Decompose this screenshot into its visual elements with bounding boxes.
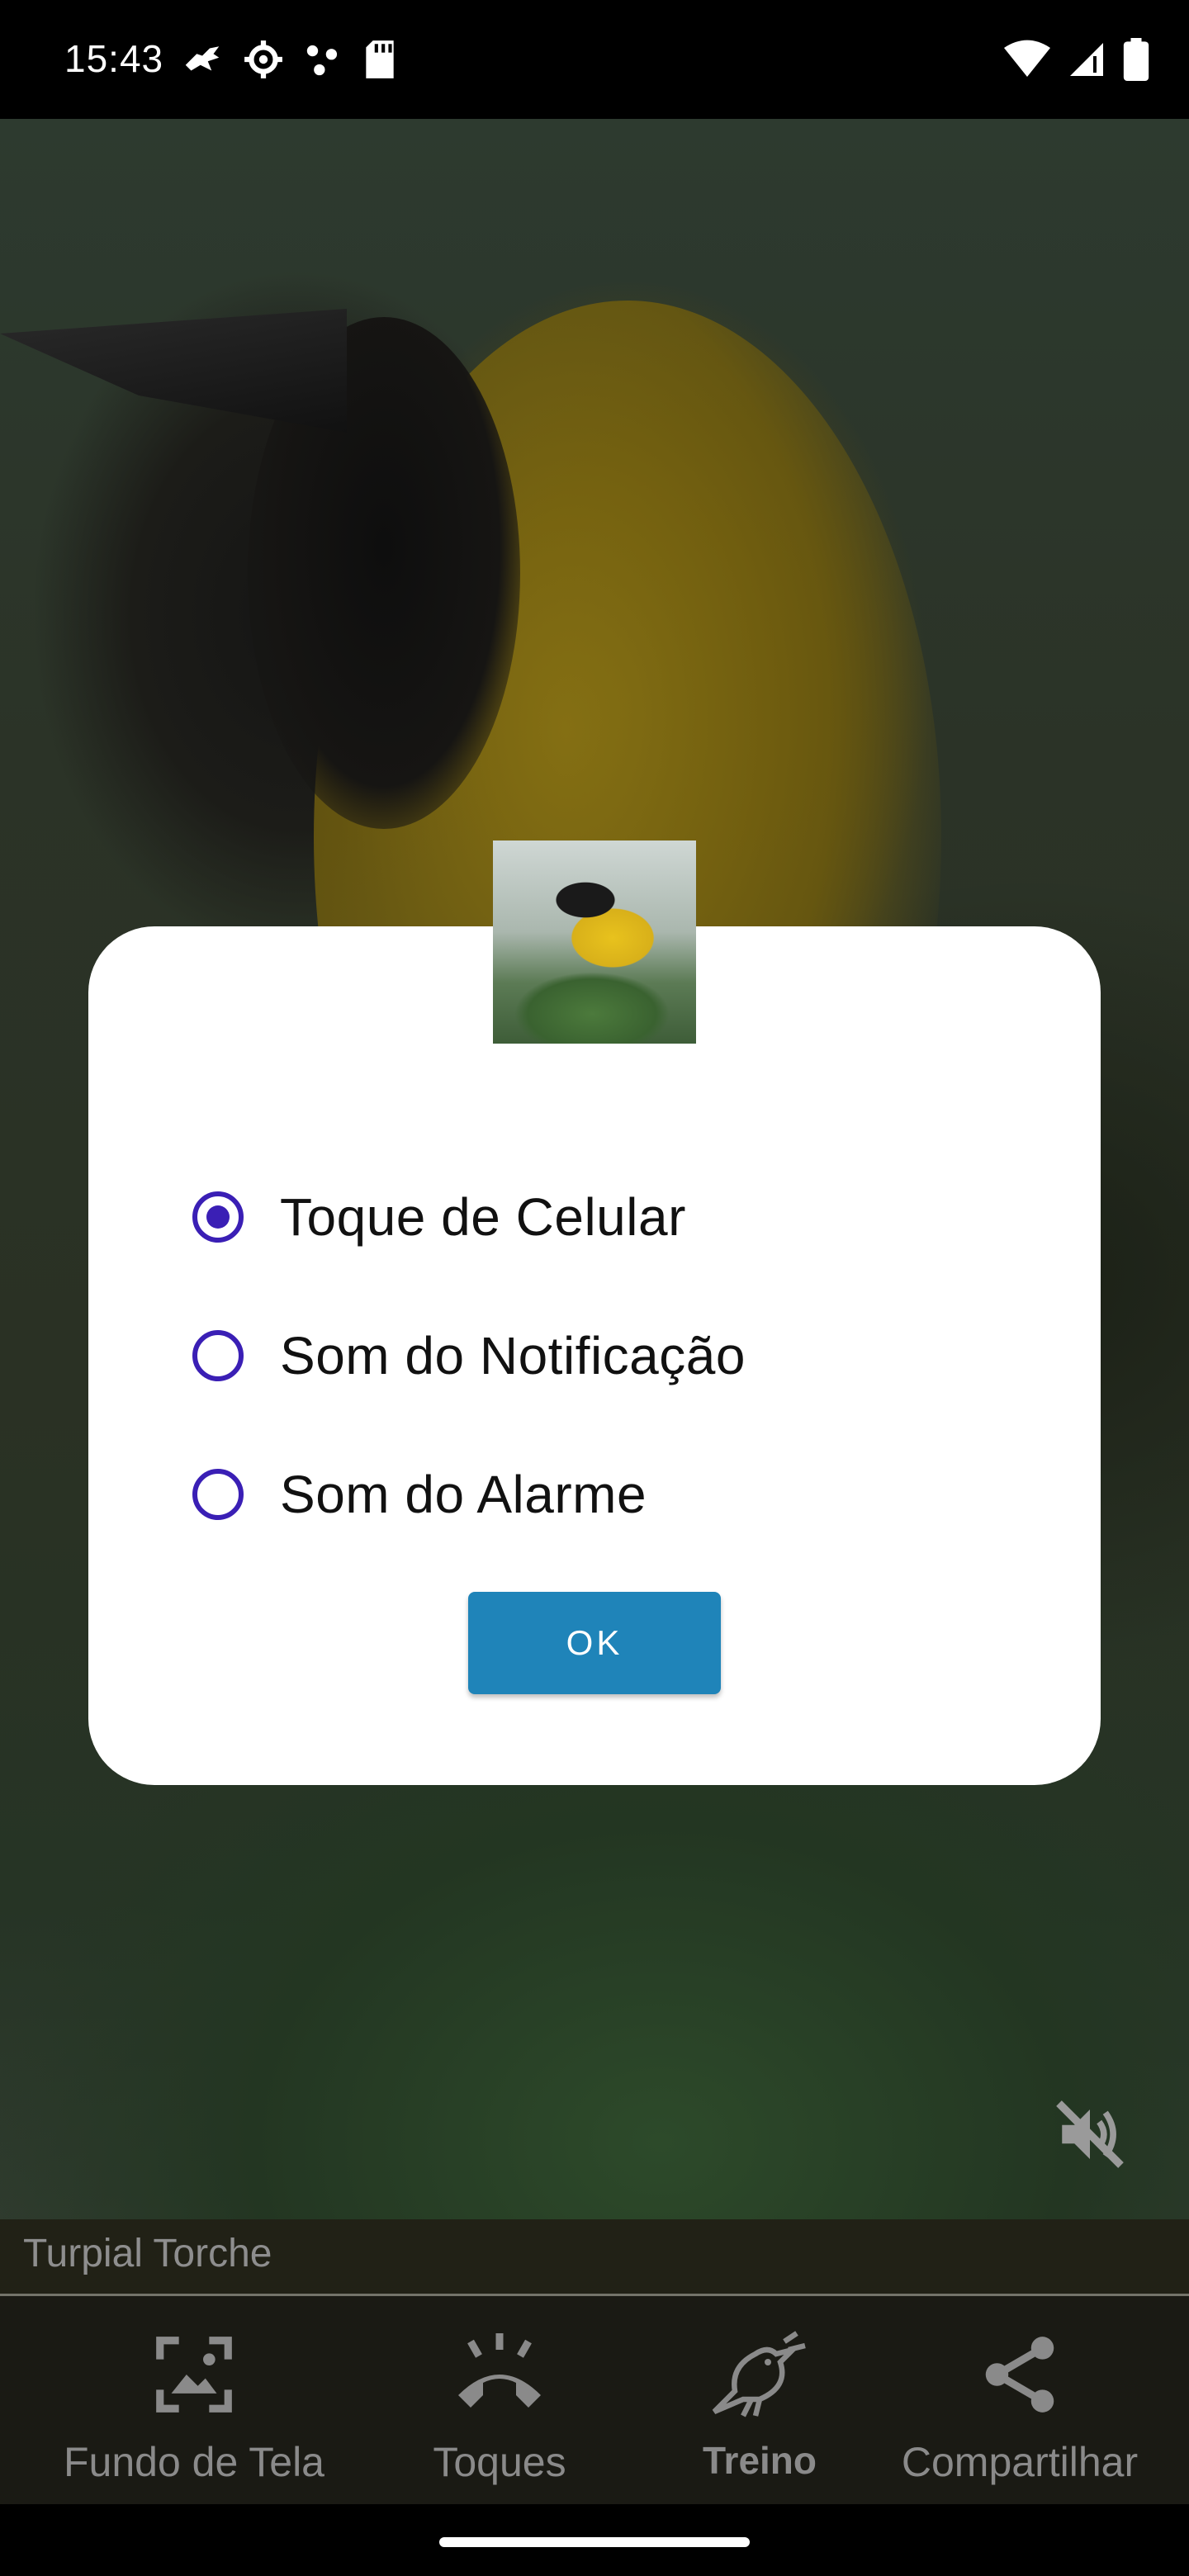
notification-icons bbox=[180, 33, 398, 86]
option-ringtone[interactable]: Toque de Celular bbox=[192, 1148, 936, 1286]
system-icons bbox=[1004, 33, 1149, 86]
bird-icon bbox=[712, 2331, 806, 2417]
bird-name-strip: Turpial Torche bbox=[0, 2219, 1189, 2296]
option-label: Som do Alarme bbox=[280, 1465, 647, 1524]
settings-notification-icon bbox=[244, 40, 282, 78]
wifi-icon bbox=[1004, 40, 1050, 77]
status-bar: 15:43 bbox=[0, 0, 1189, 119]
radio-alarm[interactable] bbox=[192, 1469, 244, 1520]
radio-ringtone[interactable] bbox=[192, 1191, 244, 1243]
radio-notification[interactable] bbox=[192, 1330, 244, 1381]
signal-icon bbox=[1070, 43, 1103, 76]
option-label: Toque de Celular bbox=[280, 1187, 686, 1247]
bottom-navigation: Fundo de Tela Toques Treino Compartilhar bbox=[0, 2296, 1189, 2504]
ok-button[interactable]: OK bbox=[468, 1592, 721, 1694]
bird-notification-icon bbox=[185, 46, 220, 71]
share-icon bbox=[985, 2337, 1054, 2413]
option-notification[interactable]: Som do Notificação bbox=[192, 1286, 936, 1425]
home-gesture-bar[interactable] bbox=[439, 2537, 750, 2547]
dots-notification-icon bbox=[306, 45, 338, 76]
nav-training[interactable]: Treino bbox=[677, 2329, 842, 2483]
nav-label: Fundo de Tela bbox=[64, 2439, 324, 2485]
status-time: 15:43 bbox=[64, 37, 164, 80]
nav-label: Toques bbox=[433, 2439, 566, 2485]
option-label: Som do Notificação bbox=[280, 1326, 746, 1385]
bird-thumbnail bbox=[493, 841, 696, 1044]
nav-wallpaper[interactable]: Fundo de Tela bbox=[58, 2329, 330, 2486]
nav-label: Treino bbox=[702, 2439, 817, 2482]
battery-icon bbox=[1123, 38, 1149, 81]
sdcard-icon bbox=[366, 40, 394, 78]
nav-share[interactable]: Compartilhar bbox=[892, 2329, 1148, 2486]
ringtone-icon bbox=[458, 2333, 541, 2408]
bird-beak bbox=[0, 309, 347, 433]
sound-type-options: Toque de Celular Som do Notificação Som … bbox=[192, 1148, 936, 1564]
bird-name: Turpial Torche bbox=[23, 2232, 272, 2275]
option-alarm[interactable]: Som do Alarme bbox=[192, 1425, 936, 1564]
mute-icon[interactable] bbox=[1053, 2097, 1127, 2171]
nav-ringtones[interactable]: Toques bbox=[388, 2329, 611, 2486]
nav-label: Compartilhar bbox=[901, 2439, 1139, 2485]
wallpaper-icon bbox=[156, 2337, 232, 2413]
